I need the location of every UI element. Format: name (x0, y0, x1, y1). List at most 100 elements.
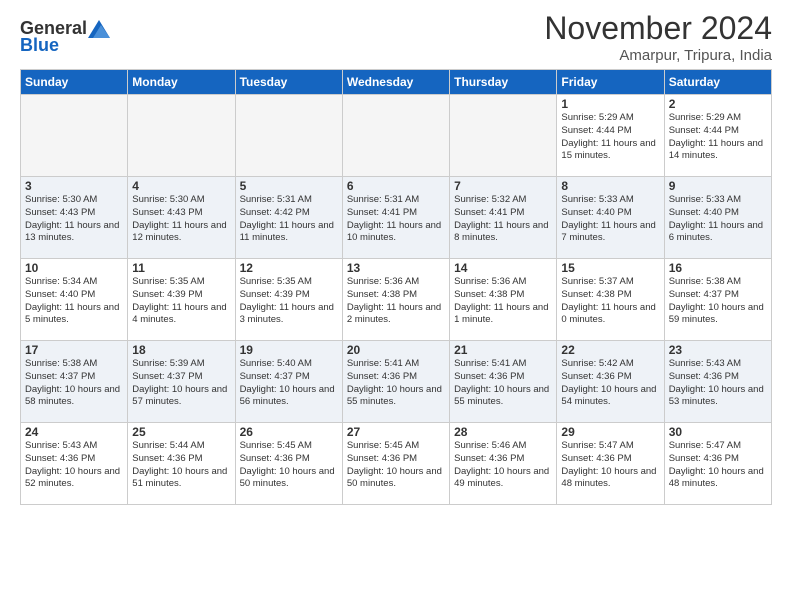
logo-icon (88, 20, 110, 38)
calendar-header-row: Sunday Monday Tuesday Wednesday Thursday… (21, 70, 772, 95)
calendar-cell: 12Sunrise: 5:35 AM Sunset: 4:39 PM Dayli… (235, 259, 342, 341)
calendar-row: 24Sunrise: 5:43 AM Sunset: 4:36 PM Dayli… (21, 423, 772, 505)
day-info: Sunrise: 5:45 AM Sunset: 4:36 PM Dayligh… (347, 440, 445, 491)
day-number: 13 (347, 261, 445, 275)
calendar-cell: 30Sunrise: 5:47 AM Sunset: 4:36 PM Dayli… (664, 423, 771, 505)
day-info: Sunrise: 5:30 AM Sunset: 4:43 PM Dayligh… (25, 194, 123, 245)
calendar-cell: 14Sunrise: 5:36 AM Sunset: 4:38 PM Dayli… (450, 259, 557, 341)
day-number: 25 (132, 425, 230, 439)
day-number: 17 (25, 343, 123, 357)
calendar-cell (21, 95, 128, 177)
day-info: Sunrise: 5:46 AM Sunset: 4:36 PM Dayligh… (454, 440, 552, 491)
day-info: Sunrise: 5:29 AM Sunset: 4:44 PM Dayligh… (561, 112, 659, 163)
page-header: General Blue November 2024 Amarpur, Trip… (0, 0, 792, 69)
day-info: Sunrise: 5:29 AM Sunset: 4:44 PM Dayligh… (669, 112, 767, 163)
day-number: 24 (25, 425, 123, 439)
day-number: 26 (240, 425, 338, 439)
calendar-cell: 13Sunrise: 5:36 AM Sunset: 4:38 PM Dayli… (342, 259, 449, 341)
day-number: 16 (669, 261, 767, 275)
col-sunday: Sunday (21, 70, 128, 95)
day-info: Sunrise: 5:47 AM Sunset: 4:36 PM Dayligh… (561, 440, 659, 491)
day-info: Sunrise: 5:45 AM Sunset: 4:36 PM Dayligh… (240, 440, 338, 491)
calendar-cell (235, 95, 342, 177)
day-number: 2 (669, 97, 767, 111)
day-number: 1 (561, 97, 659, 111)
day-info: Sunrise: 5:31 AM Sunset: 4:42 PM Dayligh… (240, 194, 338, 245)
calendar-cell: 4Sunrise: 5:30 AM Sunset: 4:43 PM Daylig… (128, 177, 235, 259)
day-number: 20 (347, 343, 445, 357)
day-number: 9 (669, 179, 767, 193)
calendar-cell: 9Sunrise: 5:33 AM Sunset: 4:40 PM Daylig… (664, 177, 771, 259)
col-tuesday: Tuesday (235, 70, 342, 95)
col-saturday: Saturday (664, 70, 771, 95)
logo: General Blue (20, 18, 111, 56)
calendar-row: 10Sunrise: 5:34 AM Sunset: 4:40 PM Dayli… (21, 259, 772, 341)
day-number: 14 (454, 261, 552, 275)
day-number: 29 (561, 425, 659, 439)
calendar-row: 1Sunrise: 5:29 AM Sunset: 4:44 PM Daylig… (21, 95, 772, 177)
calendar-cell: 17Sunrise: 5:38 AM Sunset: 4:37 PM Dayli… (21, 341, 128, 423)
day-number: 27 (347, 425, 445, 439)
calendar-cell: 25Sunrise: 5:44 AM Sunset: 4:36 PM Dayli… (128, 423, 235, 505)
day-info: Sunrise: 5:41 AM Sunset: 4:36 PM Dayligh… (347, 358, 445, 409)
day-info: Sunrise: 5:36 AM Sunset: 4:38 PM Dayligh… (454, 276, 552, 327)
day-number: 19 (240, 343, 338, 357)
calendar-row: 3Sunrise: 5:30 AM Sunset: 4:43 PM Daylig… (21, 177, 772, 259)
day-number: 5 (240, 179, 338, 193)
day-info: Sunrise: 5:41 AM Sunset: 4:36 PM Dayligh… (454, 358, 552, 409)
calendar-table: Sunday Monday Tuesday Wednesday Thursday… (20, 69, 772, 505)
day-number: 3 (25, 179, 123, 193)
day-number: 15 (561, 261, 659, 275)
day-info: Sunrise: 5:32 AM Sunset: 4:41 PM Dayligh… (454, 194, 552, 245)
calendar-cell: 19Sunrise: 5:40 AM Sunset: 4:37 PM Dayli… (235, 341, 342, 423)
day-info: Sunrise: 5:43 AM Sunset: 4:36 PM Dayligh… (25, 440, 123, 491)
day-number: 12 (240, 261, 338, 275)
day-number: 4 (132, 179, 230, 193)
day-info: Sunrise: 5:42 AM Sunset: 4:36 PM Dayligh… (561, 358, 659, 409)
month-title: November 2024 (544, 10, 772, 47)
day-number: 8 (561, 179, 659, 193)
day-info: Sunrise: 5:38 AM Sunset: 4:37 PM Dayligh… (669, 276, 767, 327)
day-info: Sunrise: 5:33 AM Sunset: 4:40 PM Dayligh… (669, 194, 767, 245)
calendar-cell: 28Sunrise: 5:46 AM Sunset: 4:36 PM Dayli… (450, 423, 557, 505)
col-friday: Friday (557, 70, 664, 95)
calendar-cell: 27Sunrise: 5:45 AM Sunset: 4:36 PM Dayli… (342, 423, 449, 505)
day-info: Sunrise: 5:43 AM Sunset: 4:36 PM Dayligh… (669, 358, 767, 409)
col-monday: Monday (128, 70, 235, 95)
day-info: Sunrise: 5:47 AM Sunset: 4:36 PM Dayligh… (669, 440, 767, 491)
calendar-cell: 16Sunrise: 5:38 AM Sunset: 4:37 PM Dayli… (664, 259, 771, 341)
day-info: Sunrise: 5:44 AM Sunset: 4:36 PM Dayligh… (132, 440, 230, 491)
day-number: 11 (132, 261, 230, 275)
calendar-cell: 2Sunrise: 5:29 AM Sunset: 4:44 PM Daylig… (664, 95, 771, 177)
day-info: Sunrise: 5:33 AM Sunset: 4:40 PM Dayligh… (561, 194, 659, 245)
day-number: 22 (561, 343, 659, 357)
day-info: Sunrise: 5:30 AM Sunset: 4:43 PM Dayligh… (132, 194, 230, 245)
day-info: Sunrise: 5:38 AM Sunset: 4:37 PM Dayligh… (25, 358, 123, 409)
day-info: Sunrise: 5:31 AM Sunset: 4:41 PM Dayligh… (347, 194, 445, 245)
location: Amarpur, Tripura, India (544, 47, 772, 64)
day-number: 7 (454, 179, 552, 193)
calendar-cell (342, 95, 449, 177)
day-number: 21 (454, 343, 552, 357)
calendar-cell: 20Sunrise: 5:41 AM Sunset: 4:36 PM Dayli… (342, 341, 449, 423)
calendar-cell: 11Sunrise: 5:35 AM Sunset: 4:39 PM Dayli… (128, 259, 235, 341)
calendar-cell: 8Sunrise: 5:33 AM Sunset: 4:40 PM Daylig… (557, 177, 664, 259)
calendar-cell: 18Sunrise: 5:39 AM Sunset: 4:37 PM Dayli… (128, 341, 235, 423)
calendar-cell: 1Sunrise: 5:29 AM Sunset: 4:44 PM Daylig… (557, 95, 664, 177)
calendar-cell: 10Sunrise: 5:34 AM Sunset: 4:40 PM Dayli… (21, 259, 128, 341)
day-info: Sunrise: 5:36 AM Sunset: 4:38 PM Dayligh… (347, 276, 445, 327)
logo-blue: Blue (20, 35, 59, 56)
calendar-cell (450, 95, 557, 177)
day-number: 18 (132, 343, 230, 357)
day-info: Sunrise: 5:37 AM Sunset: 4:38 PM Dayligh… (561, 276, 659, 327)
calendar-cell (128, 95, 235, 177)
calendar-cell: 24Sunrise: 5:43 AM Sunset: 4:36 PM Dayli… (21, 423, 128, 505)
day-number: 23 (669, 343, 767, 357)
day-info: Sunrise: 5:39 AM Sunset: 4:37 PM Dayligh… (132, 358, 230, 409)
calendar-cell: 3Sunrise: 5:30 AM Sunset: 4:43 PM Daylig… (21, 177, 128, 259)
calendar-cell: 15Sunrise: 5:37 AM Sunset: 4:38 PM Dayli… (557, 259, 664, 341)
day-number: 6 (347, 179, 445, 193)
calendar-cell: 23Sunrise: 5:43 AM Sunset: 4:36 PM Dayli… (664, 341, 771, 423)
col-wednesday: Wednesday (342, 70, 449, 95)
calendar-cell: 5Sunrise: 5:31 AM Sunset: 4:42 PM Daylig… (235, 177, 342, 259)
